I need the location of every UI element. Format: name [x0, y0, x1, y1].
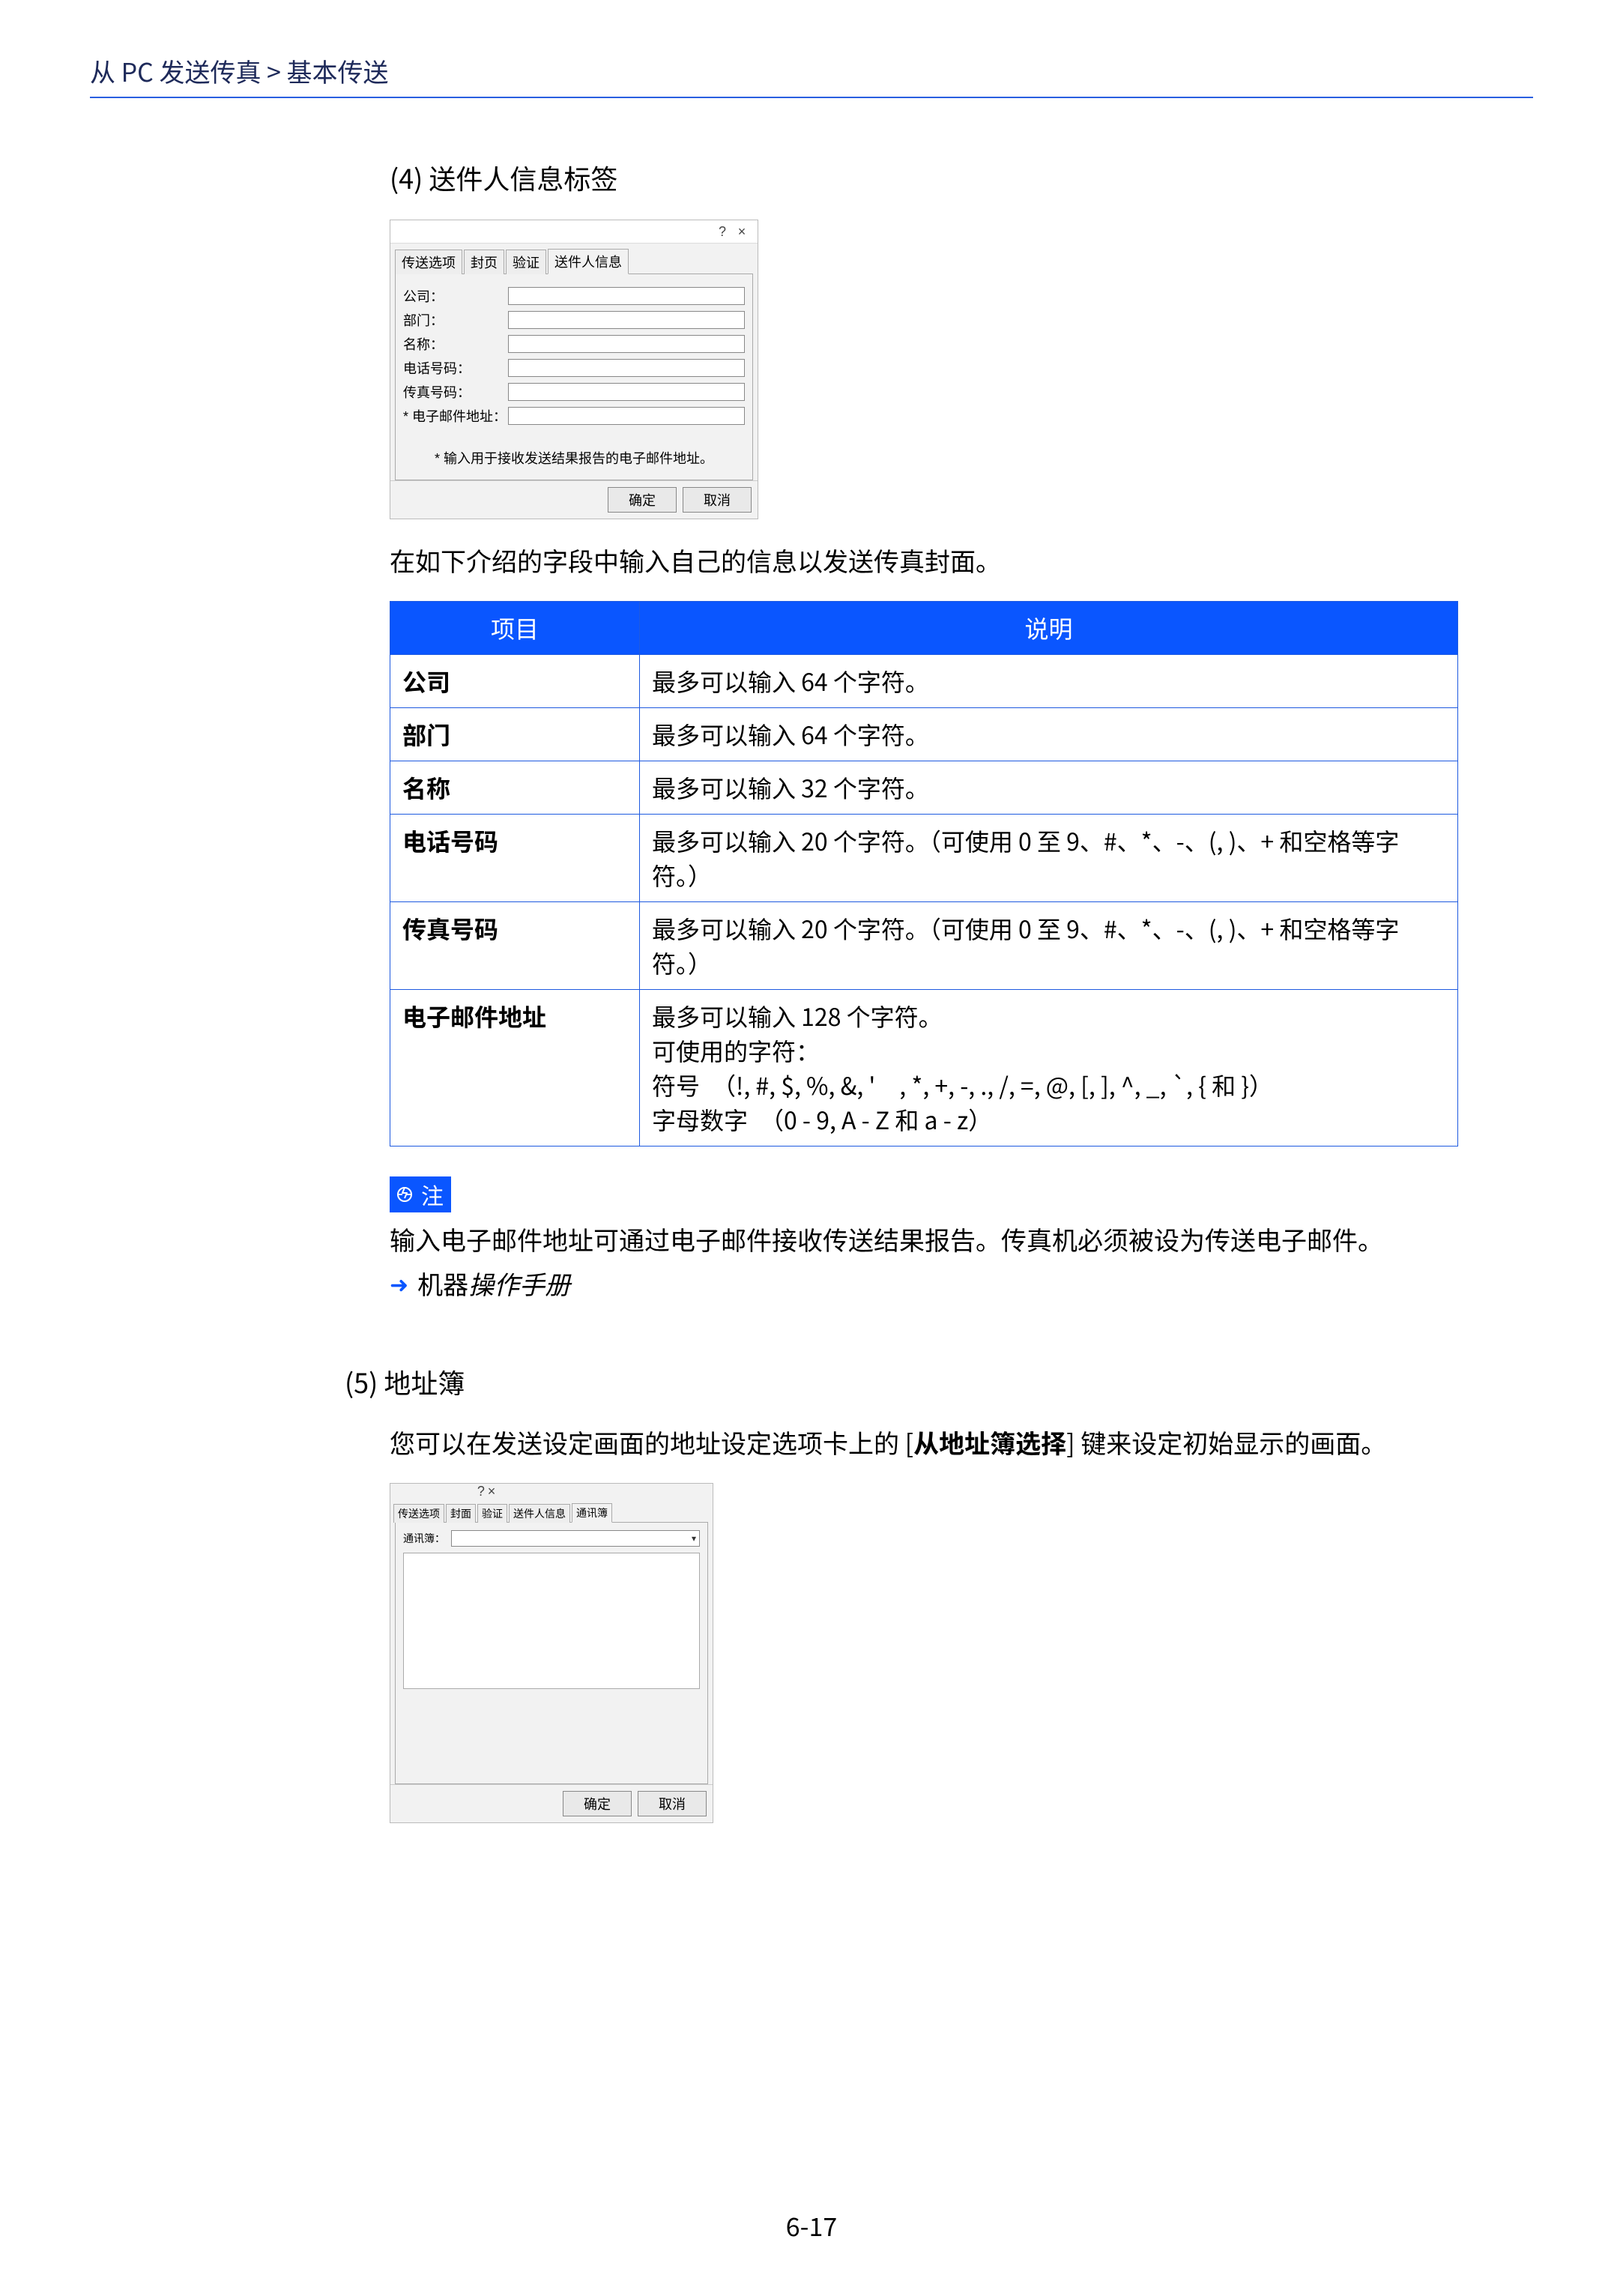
table-row: 名称 最多可以输入 32 个字符。 [390, 761, 1458, 815]
tab-strip: 传送选项 封页 验证 送件人信息 [390, 244, 758, 274]
addressbook-list[interactable] [403, 1553, 700, 1689]
label-fax: 传真号码： [403, 382, 508, 402]
sender-info-table: 项目 说明 公司 最多可以输入 64 个字符。 部门 最多可以输入 64 个字符… [390, 601, 1458, 1147]
email-footnote: * 输入用于接收发送结果报告的电子邮件地址。 [403, 448, 745, 468]
dialog-title-blurred [396, 223, 713, 241]
label-dept: 部门： [403, 310, 508, 330]
tab-cover[interactable]: 封面 [446, 1504, 476, 1523]
input-dept[interactable] [508, 311, 745, 329]
table-row: 电子邮件地址 最多可以输入 128 个字符。 可使用的字符： 符号 （!, #,… [390, 990, 1458, 1147]
th-desc: 说明 [640, 602, 1458, 655]
table-row: 传真号码 最多可以输入 20 个字符。（可使用 0 至 9、#、*、-、(, )… [390, 902, 1458, 990]
label-addressbook: 通讯簿： [403, 1531, 445, 1546]
ref-prefix: 机器 [417, 1265, 468, 1302]
breadcrumb: 从 PC 发送传真 > 基本传送 [90, 52, 1533, 89]
cancel-button[interactable]: 取消 [683, 487, 752, 513]
tab-addressbook[interactable]: 通讯簿 [572, 1503, 612, 1523]
input-company[interactable] [508, 287, 745, 305]
page-number: 6-17 [0, 2207, 1623, 2244]
tab-sender-info[interactable]: 送件人信息 [548, 249, 629, 274]
cancel-button[interactable]: 取消 [638, 1791, 707, 1816]
td-key: 电子邮件地址 [390, 990, 640, 1147]
tab-auth[interactable]: 验证 [477, 1504, 507, 1523]
input-email[interactable] [508, 407, 745, 425]
sec5-para-before: 您可以在发送设定画面的地址设定选项卡上的 [ [390, 1424, 913, 1460]
th-item: 项目 [390, 602, 640, 655]
table-row: 电话号码 最多可以输入 20 个字符。（可使用 0 至 9、#、*、-、(, )… [390, 815, 1458, 902]
tab-sender-info[interactable]: 送件人信息 [509, 1504, 570, 1523]
arrow-right-icon: ➜ [390, 1266, 408, 1300]
table-row: 公司 最多可以输入 64 个字符。 [390, 655, 1458, 708]
help-icon[interactable]: ? [477, 1484, 485, 1499]
label-company: 公司： [403, 286, 508, 306]
note-body-text: 输入电子邮件地址可通过电子邮件接收传送结果报告。传真机必须被设为传送电子邮件。 [390, 1220, 1458, 1258]
td-key: 传真号码 [390, 902, 640, 990]
close-icon[interactable]: × [488, 1484, 496, 1499]
td-key: 公司 [390, 655, 640, 708]
addressbook-dialog: ? × 传送选项 封面 验证 送件人信息 通讯簿 通讯簿： ▾ [390, 1483, 713, 1823]
ok-button[interactable]: 确定 [608, 487, 677, 513]
note-label-text: 注 [421, 1178, 444, 1211]
label-name: 名称： [403, 334, 508, 354]
ref-link: 操作手册 [468, 1265, 570, 1302]
input-phone[interactable] [508, 359, 745, 377]
sec5-para-after: ] 键来设定初始显示的画面。 [1066, 1424, 1386, 1460]
sender-info-dialog: ? × 传送选项 封页 验证 送件人信息 公司： 部门： 名称： [390, 220, 758, 519]
ok-button[interactable]: 确定 [563, 1791, 632, 1816]
help-icon[interactable]: ? [713, 224, 732, 240]
intro-para: 在如下介绍的字段中输入自己的信息以发送传真封面。 [390, 542, 1458, 578]
td-val: 最多可以输入 20 个字符。（可使用 0 至 9、#、*、-、(, )、+ 和空… [640, 815, 1458, 902]
tab-auth[interactable]: 验证 [506, 250, 546, 274]
dialog2-title-blurred [390, 1486, 474, 1498]
td-val: 最多可以输入 128 个字符。 可使用的字符： 符号 （!, #, $, %, … [640, 990, 1458, 1147]
td-key: 电话号码 [390, 815, 640, 902]
td-key: 名称 [390, 761, 640, 815]
addressbook-select[interactable]: ▾ [451, 1530, 700, 1547]
tab-send-options[interactable]: 传送选项 [393, 1504, 444, 1523]
note-icon [394, 1184, 415, 1205]
chevron-down-icon: ▾ [692, 1533, 696, 1544]
td-val: 最多可以输入 20 个字符。（可使用 0 至 9、#、*、-、(, )、+ 和空… [640, 902, 1458, 990]
tab-send-options[interactable]: 传送选项 [395, 250, 462, 274]
sec5-para-bold: 从地址簿选择 [913, 1424, 1066, 1460]
close-icon[interactable]: × [732, 224, 752, 240]
td-val: 最多可以输入 64 个字符。 [640, 708, 1458, 761]
td-val: 最多可以输入 64 个字符。 [640, 655, 1458, 708]
section5-heading: (5) 地址簿 [345, 1362, 1458, 1401]
input-name[interactable] [508, 335, 745, 353]
label-phone: 电话号码： [403, 358, 508, 378]
td-val: 最多可以输入 32 个字符。 [640, 761, 1458, 815]
section4-heading: (4) 送件人信息标签 [390, 158, 1458, 197]
label-email: * 电子邮件地址： [403, 406, 508, 426]
table-row: 部门 最多可以输入 64 个字符。 [390, 708, 1458, 761]
tab-cover[interactable]: 封页 [464, 250, 504, 274]
td-key: 部门 [390, 708, 640, 761]
note-label: 注 [390, 1176, 451, 1212]
input-fax[interactable] [508, 383, 745, 401]
